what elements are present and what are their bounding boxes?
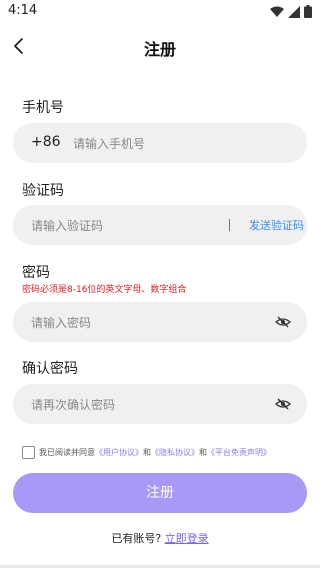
confirm-label: 确认密码 bbox=[22, 361, 78, 377]
nav-bar: 注册 bbox=[0, 28, 320, 64]
country-code[interactable]: +86 bbox=[31, 134, 61, 150]
login-link[interactable]: 立即登录 bbox=[165, 532, 209, 545]
privacy-agreement-link[interactable]: 《隐私协议》 bbox=[151, 447, 199, 458]
page-title: 注册 bbox=[143, 40, 176, 59]
register-button[interactable]: 注册 bbox=[13, 473, 307, 513]
agreement-row: 我已阅读并同意 《用户协议》 和 《隐私协议》 和 《平台免责声明》 bbox=[22, 446, 271, 459]
code-field[interactable]: 请输入验证码 发送验证码 bbox=[13, 205, 307, 245]
password-input-placeholder[interactable]: 请输入密码 bbox=[31, 314, 91, 331]
phone-label: 手机号 bbox=[22, 100, 64, 116]
user-agreement-link[interactable]: 《用户协议》 bbox=[95, 447, 143, 458]
login-row: 已有账号? 立即登录 bbox=[0, 530, 320, 546]
code-divider bbox=[229, 219, 230, 231]
send-code-button[interactable]: 发送验证码 bbox=[249, 217, 304, 233]
code-input-placeholder[interactable]: 请输入验证码 bbox=[31, 217, 103, 234]
status-bar: 4:14 bbox=[0, 0, 320, 24]
agreement-checkbox[interactable] bbox=[22, 446, 35, 459]
code-label: 验证码 bbox=[22, 183, 64, 199]
login-prompt: 已有账号? bbox=[111, 532, 162, 545]
status-time: 4:14 bbox=[8, 3, 38, 18]
eye-off-icon[interactable] bbox=[275, 314, 291, 330]
agreement-and-2: 和 bbox=[199, 448, 207, 457]
eye-off-icon[interactable] bbox=[275, 396, 291, 412]
password-hint: 密码必须是8-16位的英文字母、数字组合 bbox=[22, 285, 187, 295]
status-icons bbox=[270, 5, 312, 18]
agreement-text: 我已阅读并同意 bbox=[39, 448, 95, 457]
wifi-icon bbox=[270, 6, 284, 17]
signal-icon bbox=[288, 5, 300, 18]
battery-icon bbox=[304, 5, 312, 18]
phone-field[interactable]: +86 请输入手机号 bbox=[13, 123, 307, 163]
agreement-and-1: 和 bbox=[143, 448, 151, 457]
confirm-password-field[interactable]: 请再次确认密码 bbox=[13, 384, 307, 424]
password-field[interactable]: 请输入密码 bbox=[13, 302, 307, 342]
phone-input-placeholder[interactable]: 请输入手机号 bbox=[73, 135, 145, 152]
disclaimer-link[interactable]: 《平台免责声明》 bbox=[207, 447, 271, 458]
confirm-input-placeholder[interactable]: 请再次确认密码 bbox=[31, 396, 115, 413]
password-label: 密码 bbox=[22, 265, 50, 281]
